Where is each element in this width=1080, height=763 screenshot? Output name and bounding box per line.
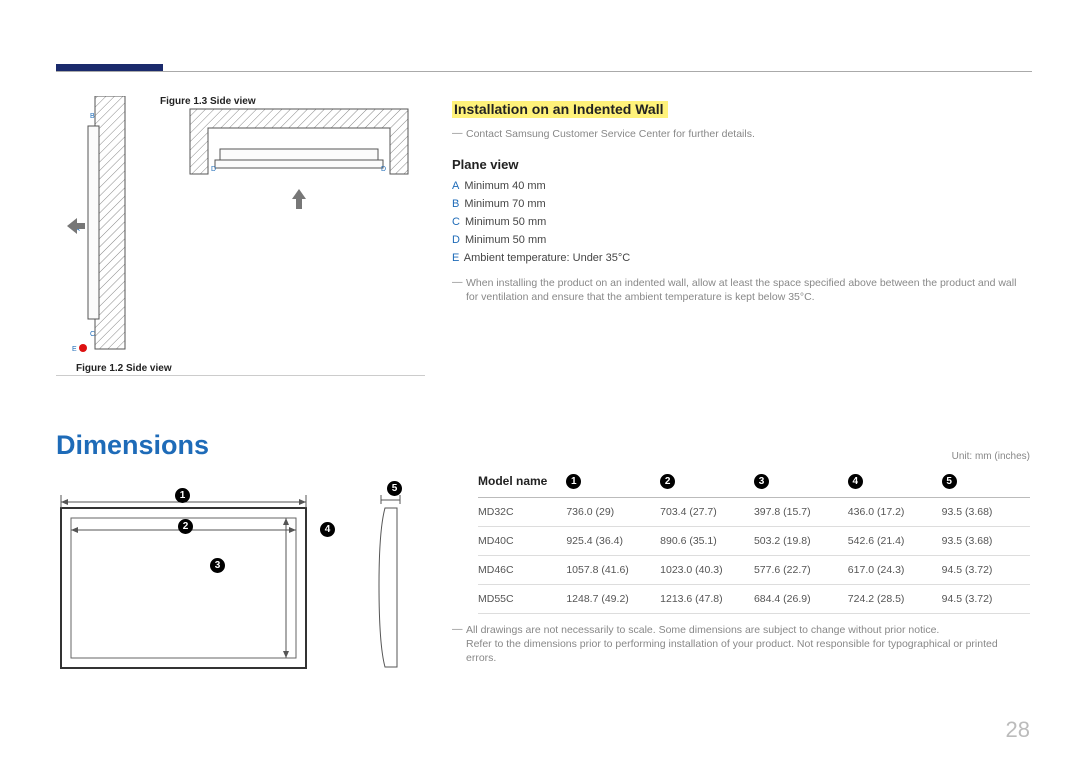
spec-row: E Ambient temperature: Under 35°C (452, 249, 630, 267)
table-row: MD32C736.0 (29)703.4 (27.7)397.8 (15.7)4… (478, 498, 1030, 527)
spec-list: A Minimum 40 mm B Minimum 70 mm C Minimu… (452, 177, 630, 267)
badge-3: 3 (210, 558, 225, 573)
indented-wall-note: When installing the product on an indent… (452, 276, 1030, 304)
dimensions-front-diagram (56, 490, 316, 675)
indented-wall-heading: Installation on an Indented Wall (452, 101, 668, 118)
section-title-dimensions: Dimensions (56, 430, 209, 461)
page-number: 28 (1006, 717, 1030, 743)
figure-1-2-side-view: B A C E (55, 96, 155, 361)
plane-view-heading: Plane view (452, 157, 518, 172)
svg-text:B: B (90, 113, 95, 120)
col-model: Model name (478, 465, 566, 498)
unit-label: Unit: mm (inches) (952, 451, 1030, 462)
contact-note: Contact Samsung Customer Service Center … (452, 128, 755, 140)
table-row: MD40C925.4 (36.4)890.6 (35.1)503.2 (19.8… (478, 527, 1030, 556)
table-row: MD46C1057.8 (41.6)1023.0 (40.3)577.6 (22… (478, 556, 1030, 585)
table-header-row: Model name 1 2 3 4 5 (478, 465, 1030, 498)
spec-row: D Minimum 50 mm (452, 231, 630, 249)
spec-row: B Minimum 70 mm (452, 195, 630, 213)
table-footnotes: All drawings are not necessarily to scal… (452, 623, 1030, 665)
badge-2: 2 (178, 519, 193, 534)
figure-1-3-top-view: D D (185, 104, 413, 219)
badge-1: 1 (175, 488, 190, 503)
spec-row: A Minimum 40 mm (452, 177, 630, 195)
figure-1-2-caption: Figure 1.2 Side view (76, 363, 172, 374)
dimensions-side-diagram (365, 490, 420, 675)
badge-4: 4 (320, 522, 335, 537)
table-row: MD55C1248.7 (49.2)1213.6 (47.8)684.4 (26… (478, 585, 1030, 614)
header-rule (56, 71, 1032, 72)
dimensions-table: Model name 1 2 3 4 5 MD32C736.0 (29)703.… (478, 465, 1030, 614)
spec-row: C Minimum 50 mm (452, 213, 630, 231)
svg-text:C: C (90, 331, 95, 338)
svg-text:D: D (381, 166, 386, 173)
svg-text:E: E (72, 346, 77, 353)
svg-text:D: D (211, 166, 216, 173)
badge-5: 5 (387, 481, 402, 496)
divider-upper (56, 375, 425, 376)
